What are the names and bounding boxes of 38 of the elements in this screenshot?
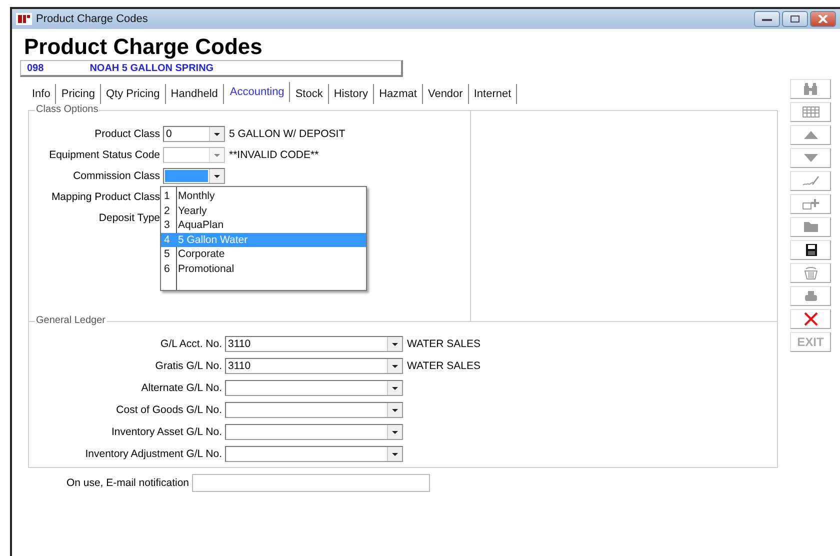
field-description: WATER SALES (406, 338, 481, 350)
field-label: Alternate G/L No. (140, 382, 223, 394)
page-heading: Product Charge Codes (24, 35, 262, 59)
dropdown-option[interactable]: 5 Corporate (161, 247, 366, 262)
dropdown-option[interactable]: 6 Promotional (161, 262, 366, 276)
tab[interactable]: History (328, 84, 374, 104)
field-label: Commission Class (72, 170, 161, 182)
field-description: 5 GALLON W/ DEPOSIT (228, 128, 346, 140)
field-label: Inventory Asset G/L No. (110, 426, 223, 438)
field-label: Inventory Adjustment G/L No. (84, 448, 223, 460)
field-description: WATER SALES (406, 360, 481, 372)
field-label: Deposit Type (98, 212, 161, 224)
tab[interactable]: Vendor (422, 84, 469, 104)
field-label: Equipment Status Code (48, 148, 161, 160)
dropdown-field[interactable]: 3110 (225, 336, 403, 352)
dropdown-option[interactable]: 3 AquaPlan (161, 218, 366, 232)
tab[interactable]: Hazmat (374, 84, 423, 104)
field-label: Product Class (94, 128, 161, 140)
field-label: Mapping Product Class (50, 190, 161, 202)
tab[interactable]: Qty Pricing (100, 84, 166, 104)
field-label: On use, E-mail notification (65, 477, 190, 489)
tab[interactable]: Internet (468, 84, 518, 104)
dropdown-field[interactable]: 0 (163, 126, 225, 142)
window-title: Product Charge Codes (36, 13, 149, 25)
field-description: **INVALID CODE** (228, 148, 319, 160)
dropdown-option[interactable]: 2 Yearly (161, 204, 366, 218)
tab[interactable]: Accounting (224, 82, 290, 102)
record-name: NOAH 5 GALLON SPRING (90, 62, 214, 74)
dropdown-option[interactable]: 1 Monthly (161, 189, 366, 204)
tab[interactable]: Handheld (166, 84, 224, 104)
field-label: G/L Acct. No. (160, 338, 223, 350)
field-label: Gratis G/L No. (154, 360, 223, 372)
tab[interactable]: Stock (290, 84, 329, 104)
dropdown-field[interactable]: 3110 (225, 358, 403, 374)
field-label: Cost of Goods G/L No. (115, 404, 223, 416)
group-title: General Ledger (35, 315, 106, 326)
record-code: 098 (27, 62, 44, 74)
group-title: Class Options (35, 104, 100, 115)
